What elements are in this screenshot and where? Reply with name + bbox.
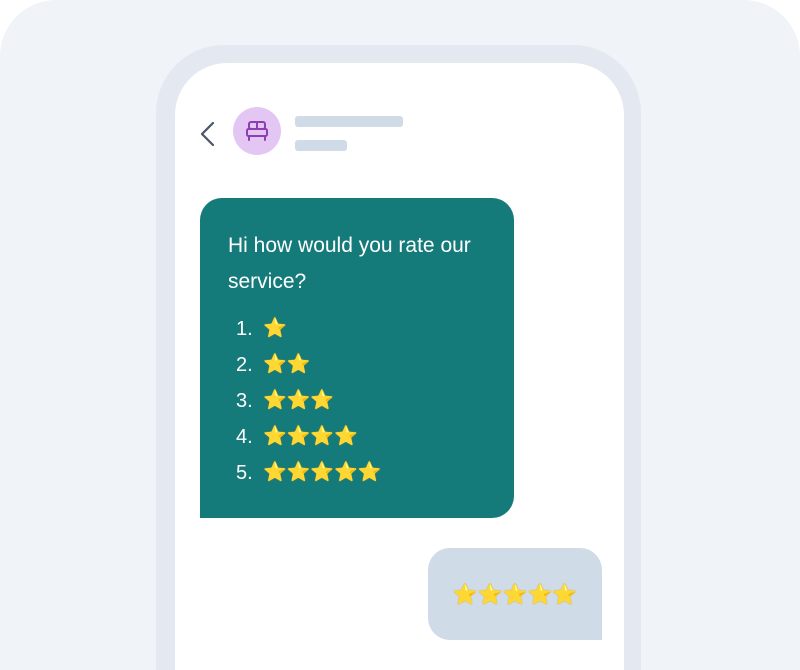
- avatar[interactable]: [233, 107, 281, 155]
- rating-option: 1. ⭐: [236, 311, 381, 347]
- star-icon: ⭐⭐: [263, 354, 311, 375]
- rating-option: 5. ⭐⭐⭐⭐⭐: [236, 455, 381, 491]
- rating-option: 4. ⭐⭐⭐⭐: [236, 419, 381, 455]
- star-icon: ⭐⭐⭐: [263, 390, 334, 411]
- bed-icon: [246, 121, 268, 141]
- reply-star-icons: ⭐⭐⭐⭐⭐: [452, 582, 578, 606]
- contact-status-placeholder: [295, 140, 347, 151]
- incoming-message-bubble: Hi how would you rate our service? 1. ⭐ …: [200, 198, 514, 518]
- rating-options-list: 1. ⭐ 2. ⭐⭐ 3. ⭐⭐⭐ 4. ⭐⭐⭐⭐ 5. ⭐⭐⭐⭐⭐: [236, 311, 381, 491]
- option-number: 2.: [236, 354, 253, 376]
- rating-option: 2. ⭐⭐: [236, 347, 381, 383]
- chevron-left-icon[interactable]: [199, 121, 217, 147]
- star-icon: ⭐⭐⭐⭐⭐: [263, 462, 382, 483]
- rating-option: 3. ⭐⭐⭐: [236, 383, 381, 419]
- incoming-message-text: Hi how would you rate our service?: [228, 234, 471, 293]
- option-number: 3.: [236, 390, 253, 412]
- contact-name-placeholder: [295, 116, 403, 127]
- star-icon: ⭐: [263, 318, 287, 339]
- chat-screen: Hi how would you rate our service? 1. ⭐ …: [175, 63, 624, 670]
- star-icon: ⭐⭐⭐⭐: [263, 426, 358, 447]
- option-number: 5.: [236, 462, 253, 484]
- outgoing-message-bubble: ⭐⭐⭐⭐⭐: [428, 548, 602, 640]
- option-number: 4.: [236, 426, 253, 448]
- background-card: Hi how would you rate our service? 1. ⭐ …: [0, 0, 800, 670]
- option-number: 1.: [236, 318, 253, 340]
